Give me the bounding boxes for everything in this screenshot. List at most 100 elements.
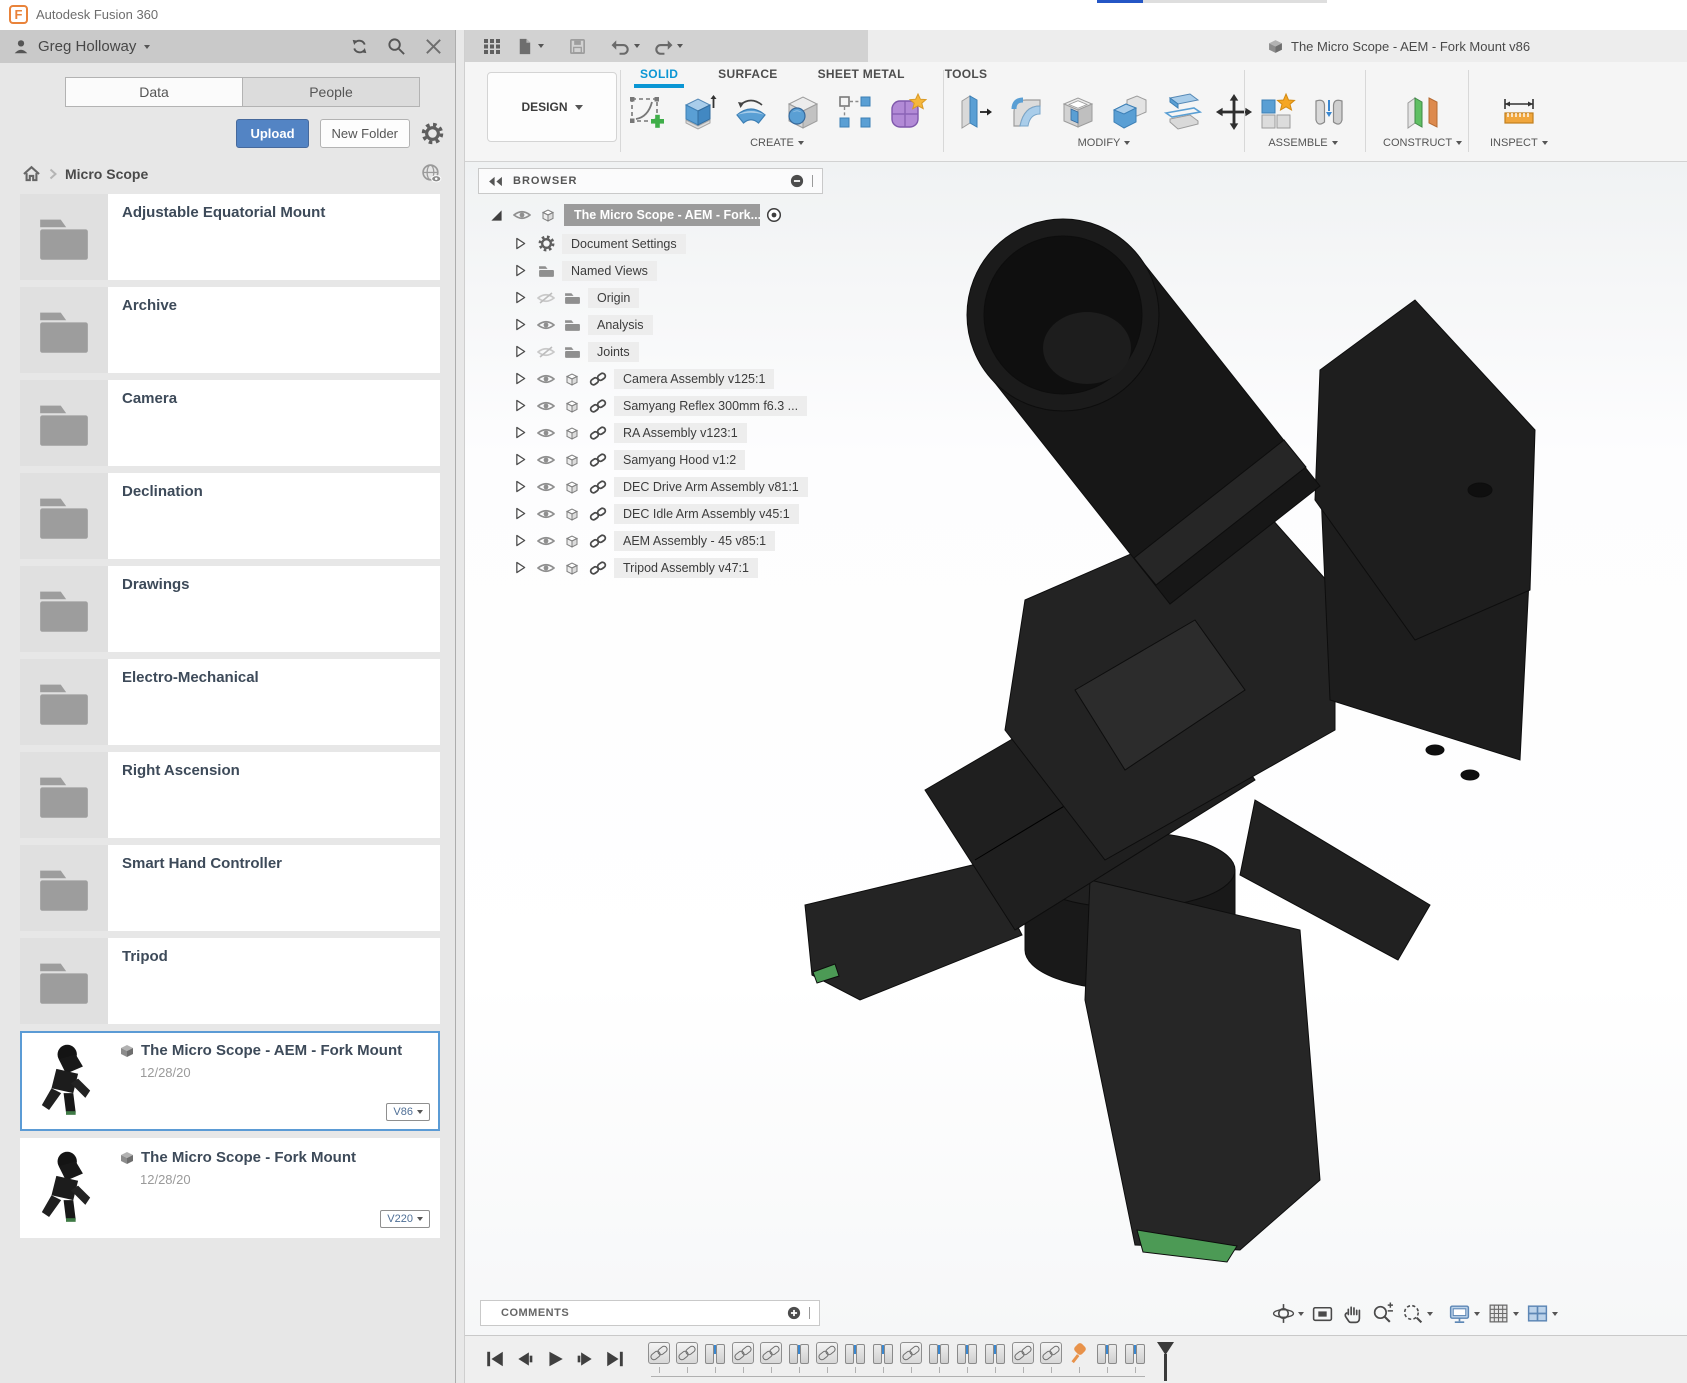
home-icon[interactable] (22, 165, 41, 182)
press-pull-button[interactable] (952, 90, 996, 134)
tree-row-component[interactable]: Camera Assembly v125:1 (478, 365, 823, 392)
design-item[interactable]: The Micro Scope - Fork Mount 12/28/20 V2… (20, 1138, 440, 1238)
tree-row-component[interactable]: Samyang Reflex 300mm f6.3 ... (478, 392, 823, 419)
timeline-feature-joint[interactable] (1121, 1342, 1149, 1373)
data-panel-toggle-button[interactable] (483, 38, 501, 54)
upload-button[interactable]: Upload (236, 119, 308, 148)
panel-divider[interactable] (455, 30, 465, 1383)
fillet-button[interactable] (1004, 90, 1048, 134)
redo-button[interactable] (654, 38, 683, 55)
version-dropdown[interactable]: V86 (386, 1103, 430, 1121)
tree-label[interactable]: Document Settings (562, 234, 686, 254)
look-at-button[interactable] (1311, 1302, 1334, 1325)
tree-row-component[interactable]: Tripod Assembly v47:1 (478, 554, 823, 581)
visibility-eye-icon[interactable] (537, 319, 555, 331)
new-component-button[interactable] (1255, 90, 1299, 134)
visibility-off-icon[interactable] (537, 292, 555, 304)
move-copy-button[interactable] (1212, 90, 1256, 134)
version-dropdown[interactable]: V220 (380, 1210, 430, 1228)
timeline-feature-joint[interactable] (785, 1342, 813, 1373)
tree-row-origin[interactable]: Origin (478, 284, 823, 311)
undo-button[interactable] (611, 38, 640, 55)
visibility-eye-icon[interactable] (537, 481, 555, 493)
expand-arrow-icon[interactable] (515, 399, 526, 412)
expand-arrow-icon[interactable] (515, 264, 526, 277)
tree-label[interactable]: Named Views (562, 261, 657, 281)
tree-label[interactable]: Joints (588, 342, 639, 362)
tree-label[interactable]: Samyang Hood v1:2 (614, 450, 745, 470)
tree-label[interactable]: Tripod Assembly v47:1 (614, 558, 758, 578)
visibility-eye-icon[interactable] (537, 508, 555, 520)
step-forward-button[interactable] (575, 1349, 595, 1369)
tab-surface[interactable]: SURFACE (718, 67, 777, 86)
folder-item[interactable]: Right Ascension (20, 752, 440, 838)
design-item-selected[interactable]: The Micro Scope - AEM - Fork Mount 12/28… (20, 1031, 440, 1131)
construct-plane-button[interactable] (1401, 90, 1445, 134)
hole-button[interactable] (781, 90, 825, 134)
collapse-browser-icon[interactable] (488, 176, 503, 187)
folder-item[interactable]: Adjustable Equatorial Mount (20, 194, 440, 280)
expand-arrow-icon[interactable] (515, 372, 526, 385)
display-settings-button[interactable] (1448, 1302, 1480, 1325)
folder-item[interactable]: Smart Hand Controller (20, 845, 440, 931)
timeline-feature-link[interactable] (897, 1342, 925, 1373)
zoom-window-button[interactable] (1401, 1302, 1433, 1325)
tree-root-label[interactable]: The Micro Scope - AEM - Fork... (564, 204, 760, 226)
timeline-feature-link[interactable] (813, 1342, 841, 1373)
pattern-button[interactable] (833, 90, 877, 134)
extrude-button[interactable] (677, 90, 721, 134)
timeline-feature-joint[interactable] (869, 1342, 897, 1373)
revolve-button[interactable] (729, 90, 773, 134)
visibility-off-icon[interactable] (537, 346, 555, 358)
tab-people[interactable]: People (242, 77, 420, 107)
folder-item[interactable]: Archive (20, 287, 440, 373)
visibility-eye-icon[interactable] (537, 562, 555, 574)
expand-arrow-icon[interactable] (515, 453, 526, 466)
timeline-feature-link[interactable] (757, 1342, 785, 1373)
expand-arrow-icon[interactable] (515, 507, 526, 520)
expand-arrow-icon[interactable] (515, 318, 526, 331)
search-icon[interactable] (387, 37, 406, 56)
visibility-eye-icon[interactable] (537, 427, 555, 439)
timeline-feature-joint[interactable] (953, 1342, 981, 1373)
play-button[interactable] (545, 1349, 565, 1369)
timeline-feature-joint[interactable] (1093, 1342, 1121, 1373)
split-body-button[interactable] (1160, 90, 1204, 134)
settings-gear-icon[interactable] (421, 122, 444, 145)
timeline-feature-link[interactable] (1037, 1342, 1065, 1373)
folder-item[interactable]: Tripod (20, 938, 440, 1024)
folder-item[interactable]: Declination (20, 473, 440, 559)
tree-row-component[interactable]: Samyang Hood v1:2 (478, 446, 823, 473)
tree-label[interactable]: DEC Idle Arm Assembly v45:1 (614, 504, 799, 524)
tree-row-document-settings[interactable]: Document Settings (478, 230, 823, 257)
comments-drag-handle[interactable] (809, 1307, 813, 1319)
tab-data[interactable]: Data (65, 77, 242, 107)
tree-label[interactable]: AEM Assembly - 45 v85:1 (614, 531, 775, 551)
expanded-icon[interactable] (490, 209, 503, 222)
workspace-switcher[interactable]: DESIGN (487, 72, 617, 142)
user-menu[interactable]: Greg Holloway (12, 38, 150, 56)
folder-item[interactable]: Camera (20, 380, 440, 466)
3d-viewport[interactable]: BROWSER The Micro Scope - AEM - Fork... … (465, 162, 1687, 1335)
shell-button[interactable] (1056, 90, 1100, 134)
timeline-feature-link[interactable] (673, 1342, 701, 1373)
create-sketch-button[interactable] (625, 90, 669, 134)
minus-circle-icon[interactable] (790, 174, 804, 188)
expand-arrow-icon[interactable] (515, 561, 526, 574)
browser-drag-handle[interactable] (812, 175, 816, 187)
visibility-eye-icon[interactable] (513, 209, 531, 221)
inspect-menu[interactable]: INSPECT (1490, 137, 1548, 149)
tree-row-analysis[interactable]: Analysis (478, 311, 823, 338)
expand-arrow-icon[interactable] (515, 291, 526, 304)
tree-label[interactable]: Origin (588, 288, 639, 308)
timeline-feature-link[interactable] (1009, 1342, 1037, 1373)
timeline-feature-pin[interactable] (1065, 1342, 1093, 1373)
timeline-feature-joint[interactable] (925, 1342, 953, 1373)
document-tab[interactable]: The Micro Scope - AEM - Fork Mount v86 (868, 30, 1687, 62)
tree-row-component[interactable]: DEC Idle Arm Assembly v45:1 (478, 500, 823, 527)
pan-button[interactable] (1341, 1302, 1364, 1325)
close-panel-icon[interactable] (424, 37, 443, 56)
expand-arrow-icon[interactable] (515, 426, 526, 439)
timeline-playhead[interactable] (1157, 1342, 1174, 1381)
tree-row-joints[interactable]: Joints (478, 338, 823, 365)
